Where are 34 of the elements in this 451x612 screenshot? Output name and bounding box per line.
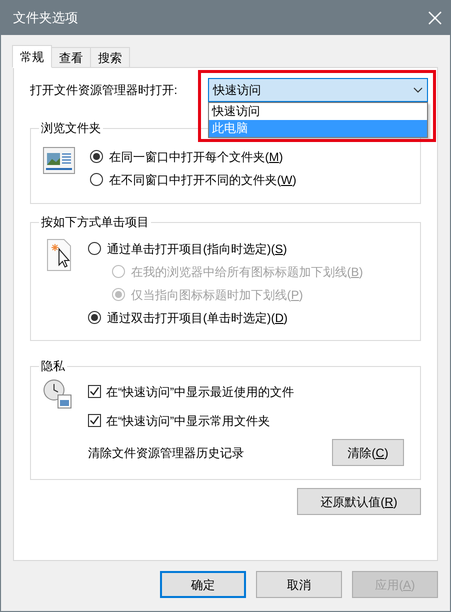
checkbox[interactable]: [88, 385, 101, 398]
radio-label: 在同一窗口中打开每个文件夹(M): [109, 148, 283, 166]
radio-label: 在我的浏览器中给所有图标标题加下划线(B): [131, 264, 364, 280]
field-label: 打开文件资源管理器时打开:: [30, 82, 178, 99]
dropdown-value: 快速访问: [213, 82, 261, 99]
dropdown-option[interactable]: 快速访问: [209, 103, 427, 120]
radio-button[interactable]: [88, 311, 101, 324]
tab[interactable]: 搜索: [90, 47, 130, 68]
clock-documents-icon: [43, 379, 73, 409]
dialog-button[interactable]: 清除(C): [332, 439, 404, 466]
radio-label: 仅当指向图标标题时加下划线(P): [131, 286, 304, 304]
radio-label: 通过双击打开项目(单击时选定)(D): [107, 310, 288, 326]
close-icon[interactable]: [428, 11, 442, 25]
tab[interactable]: 常规: [12, 45, 52, 68]
radio-button[interactable]: [88, 242, 101, 255]
group-title: 隐私: [39, 358, 67, 374]
window-title: 文件夹选项: [13, 9, 78, 28]
radio-button[interactable]: [90, 150, 103, 163]
window-picture-icon: [43, 147, 75, 175]
dialog-button[interactable]: 还原默认值(R): [297, 488, 421, 515]
checkbox[interactable]: [88, 414, 101, 427]
clear-history-label: 清除文件资源管理器历史记录: [88, 444, 244, 462]
dropdown[interactable]: 快速访问: [208, 78, 428, 102]
radio-button[interactable]: [90, 173, 103, 186]
checkbox-label: 在“快速访问”中显示最近使用的文件: [106, 384, 294, 400]
dialog-button[interactable]: 确定: [160, 571, 246, 598]
radio-label: 在不同窗口中打开不同的文件夹(W): [109, 172, 296, 188]
group-title: 浏览文件夹: [39, 120, 103, 136]
dialog-button[interactable]: 取消: [256, 571, 342, 598]
group-title: 按如下方式单击项目: [39, 214, 151, 230]
radio-label: 通过单击打开项目(指向时选定)(S): [107, 240, 288, 258]
checkbox-label: 在“快速访问”中显示常用文件夹: [106, 412, 270, 430]
document-cursor-icon: [47, 239, 73, 271]
chevron-down-icon: [413, 87, 423, 93]
